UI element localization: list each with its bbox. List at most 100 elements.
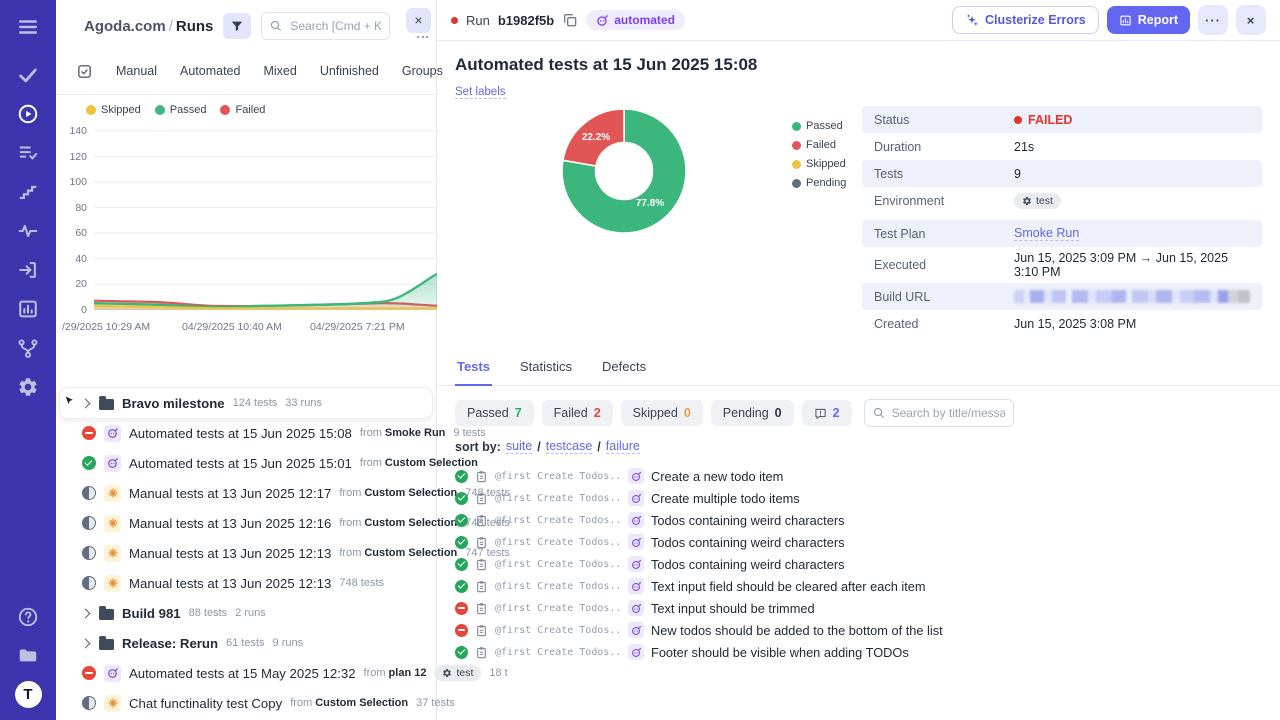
test-title[interactable]: New todos should be added to the bottom … — [651, 623, 943, 638]
runs-tab[interactable]: Automated — [180, 64, 240, 78]
branch-icon[interactable] — [16, 336, 40, 360]
activity-icon[interactable] — [16, 219, 40, 243]
runs-tab[interactable]: Unfinished — [320, 64, 379, 78]
sort-option[interactable]: failure — [605, 439, 640, 454]
test-title[interactable]: Text input field should be cleared after… — [651, 579, 926, 594]
run-name[interactable]: Manual tests at 13 Jun 2025 12:17 — [129, 486, 331, 501]
menu-icon[interactable] — [16, 15, 40, 39]
test-title[interactable]: Create multiple todo items — [651, 491, 800, 506]
test-result-row[interactable]: @first Create Todos... Todos containing … — [455, 531, 1262, 553]
run-name[interactable]: Build 981 — [122, 606, 181, 621]
test-title[interactable]: Todos containing weird characters — [651, 535, 844, 550]
test-title[interactable]: Create a new todo item — [651, 469, 783, 484]
test-suite-tag[interactable]: @first Create Todos... — [495, 559, 621, 570]
filter-button[interactable] — [223, 13, 252, 39]
donut-legend-item[interactable]: Passed — [792, 120, 862, 132]
run-list-item[interactable]: Automated tests at 15 Jun 2025 15:08 fro… — [60, 418, 486, 448]
test-suite-tag[interactable]: @first Create Todos... — [495, 581, 621, 592]
tab[interactable]: Defects — [600, 351, 648, 386]
run-name[interactable]: Manual tests at 13 Jun 2025 12:13 — [129, 576, 331, 591]
filter-pill[interactable]: Passed 7 — [455, 400, 534, 426]
automated-badge[interactable]: automated — [586, 10, 685, 30]
run-name[interactable]: Automated tests at 15 May 2025 12:32 — [129, 666, 356, 681]
test-title[interactable]: Text input should be trimmed — [651, 601, 815, 616]
test-result-row[interactable]: @first Create Todos... Footer should be … — [455, 641, 1262, 663]
runs-tab[interactable]: Manual — [116, 64, 157, 78]
bar-chart-icon[interactable] — [16, 297, 40, 321]
test-plan-link[interactable]: Smoke Run — [1014, 226, 1080, 241]
runs-tab[interactable]: Mixed — [263, 64, 296, 78]
select-all-icon[interactable] — [76, 63, 93, 80]
sort-option[interactable]: testcase — [545, 439, 593, 454]
set-labels-link[interactable]: Set labels — [455, 86, 506, 99]
sign-in-icon[interactable] — [16, 258, 40, 282]
run-list-item[interactable]: Manual tests at 13 Jun 2025 12:17 from Cu… — [60, 478, 510, 508]
comments-filter-pill[interactable]: 2 — [801, 400, 852, 426]
run-name[interactable]: Automated tests at 15 Jun 2025 15:01 — [129, 456, 352, 471]
run-name[interactable]: Bravo milestone — [122, 396, 225, 411]
test-title[interactable]: Footer should be visible when adding TOD… — [651, 645, 909, 660]
tab[interactable]: Tests — [455, 351, 492, 386]
run-name[interactable]: Manual tests at 13 Jun 2025 12:16 — [129, 516, 331, 531]
close-panel-button[interactable]: × — [406, 8, 431, 33]
more-button[interactable]: ··· — [1198, 5, 1228, 35]
legend-item[interactable]: Failed — [220, 104, 265, 116]
test-result-row[interactable]: @first Create Todos... Text input should… — [455, 597, 1262, 619]
environment-badge[interactable]: test — [1014, 192, 1061, 209]
filter-pill[interactable]: Pending 0 — [710, 400, 794, 426]
run-list-item[interactable]: Bravo milestone 124 tests 33 runs — [60, 388, 432, 418]
breadcrumb-project[interactable]: Agoda.com — [84, 18, 166, 35]
test-result-row[interactable]: @first Create Todos... Todos containing … — [455, 553, 1262, 575]
clusterize-errors-button[interactable]: Clusterize Errors — [951, 6, 1099, 34]
test-suite-tag[interactable]: @first Create Todos... — [495, 471, 621, 482]
test-suite-tag[interactable]: @first Create Todos... — [495, 647, 621, 658]
test-search-input[interactable] — [863, 399, 1014, 427]
run-list-item[interactable]: Chat functinality test Copy from Custom S… — [60, 688, 455, 718]
run-list-item[interactable]: Manual tests at 13 Jun 2025 12:13 748 te… — [60, 568, 432, 598]
folders-icon[interactable] — [16, 643, 40, 667]
close-run-button[interactable]: × — [1236, 5, 1266, 35]
play-circle-icon[interactable] — [16, 102, 40, 126]
test-result-row[interactable]: @first Create Todos... Create a new todo… — [455, 465, 1262, 487]
run-list-item[interactable]: Build 981 88 tests 2 runs — [60, 598, 432, 628]
filter-pill[interactable]: Failed 2 — [541, 400, 613, 426]
chevron-right-icon[interactable] — [80, 398, 91, 408]
run-name[interactable]: Manual tests at 13 Jun 2025 12:13 — [129, 546, 331, 561]
run-list-item[interactable]: Release: Rerun 61 tests 9 runs — [60, 628, 432, 658]
test-result-row[interactable]: @first Create Todos... Create multiple t… — [455, 487, 1262, 509]
testomat-logo[interactable]: T — [14, 681, 42, 708]
test-result-row[interactable]: @first Create Todos... Todos containing … — [455, 509, 1262, 531]
test-suite-tag[interactable]: @first Create Todos... — [495, 515, 621, 526]
gear-icon[interactable] — [16, 375, 40, 399]
test-result-row[interactable]: @first Create Todos... New todos should … — [455, 619, 1262, 641]
check-icon[interactable] — [16, 63, 40, 87]
chevron-right-icon[interactable] — [80, 608, 91, 618]
test-suite-tag[interactable]: @first Create Todos... — [495, 537, 621, 548]
donut-legend-item[interactable]: Failed — [792, 139, 862, 151]
runs-tab[interactable]: Groups — [402, 64, 443, 78]
donut-legend-item[interactable]: Skipped — [792, 158, 862, 170]
run-name[interactable]: Chat functinality test Copy — [129, 696, 282, 711]
run-list-item[interactable]: Automated tests at 15 Jun 2025 15:01 fro… — [60, 448, 478, 478]
chevron-right-icon[interactable] — [80, 638, 91, 648]
legend-item[interactable]: Skipped — [86, 104, 141, 116]
copy-icon[interactable] — [562, 12, 578, 28]
test-result-row[interactable]: @first Create Todos... Text input field … — [455, 575, 1262, 597]
help-icon[interactable] — [16, 605, 40, 629]
report-button[interactable]: Report — [1106, 6, 1190, 34]
run-list-item[interactable]: Manual tests at 13 Jun 2025 12:13 from Cu… — [60, 538, 510, 568]
legend-item[interactable]: Passed — [154, 104, 206, 116]
test-title[interactable]: Todos containing weird characters — [651, 557, 844, 572]
tab[interactable]: Statistics — [518, 351, 574, 386]
run-name[interactable]: Release: Rerun — [122, 636, 218, 651]
run-list-item[interactable]: Manual tests at 13 Jun 2025 12:16 from Cu… — [60, 508, 510, 538]
test-suite-tag[interactable]: @first Create Todos... — [495, 625, 621, 636]
test-suite-tag[interactable]: @first Create Todos... — [495, 603, 621, 614]
run-list-item[interactable]: Automated tests at 15 May 2025 12:32 fro… — [60, 658, 508, 688]
sort-option[interactable]: suite — [505, 439, 533, 454]
filter-pill[interactable]: Skipped 0 — [620, 400, 703, 426]
test-title[interactable]: Todos containing weird characters — [651, 513, 844, 528]
test-suite-tag[interactable]: @first Create Todos... — [495, 493, 621, 504]
run-name[interactable]: Automated tests at 15 Jun 2025 15:08 — [129, 426, 352, 441]
donut-legend-item[interactable]: Pending — [792, 177, 862, 189]
